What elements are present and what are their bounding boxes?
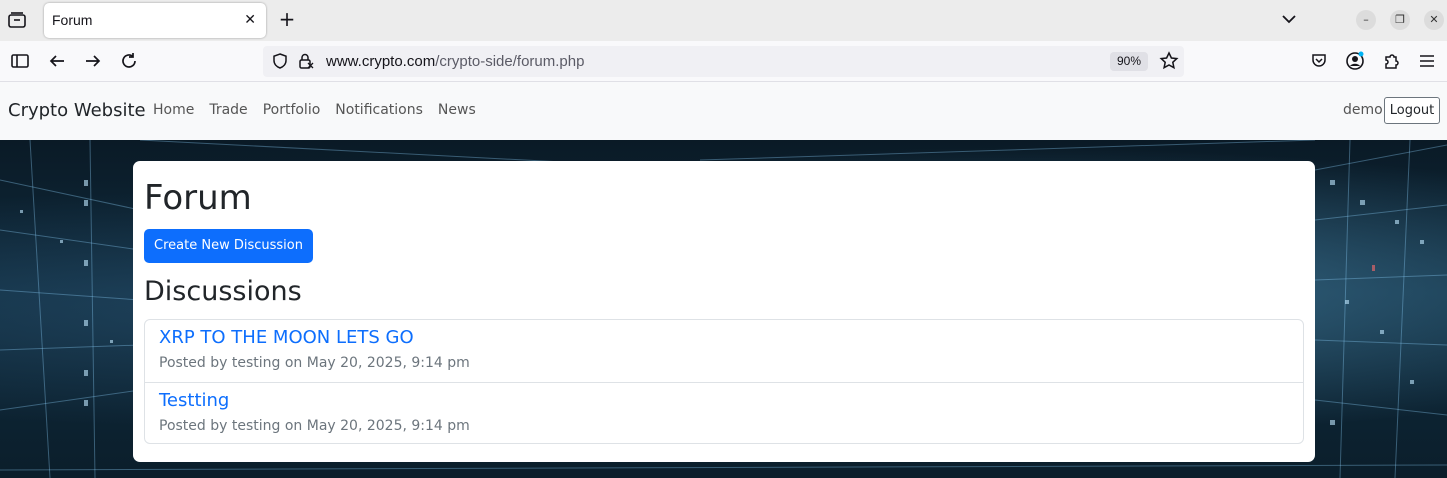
sidebar-icon[interactable]	[10, 51, 30, 71]
nav-link-trade[interactable]: Trade	[209, 102, 247, 118]
minimize-icon[interactable]: –	[1356, 10, 1376, 30]
url-text[interactable]: www.crypto.com/crypto-side/forum.php	[326, 53, 584, 70]
site-navbar: Crypto Website Home Trade Portfolio Noti…	[0, 82, 1447, 140]
create-discussion-button[interactable]: Create New Discussion	[144, 229, 313, 263]
tab-strip: Forum ✕ + – ❐ ✕	[0, 0, 1447, 41]
reload-icon[interactable]	[119, 51, 139, 71]
nav-toolbar: www.crypto.com/crypto-side/forum.php 90%	[0, 41, 1447, 82]
discussion-meta: Posted by testing on May 20, 2025, 9:14 …	[159, 355, 470, 371]
url-bar[interactable]: www.crypto.com/crypto-side/forum.php 90%	[263, 46, 1184, 77]
tab-title: Forum	[52, 12, 93, 28]
menu-icon[interactable]	[1417, 51, 1437, 71]
extensions-icon[interactable]	[1381, 51, 1401, 71]
restore-icon[interactable]: ❐	[1390, 10, 1410, 30]
nav-link-notifications[interactable]: Notifications	[335, 102, 423, 118]
list-item: XRP TO THE MOON LETS GO Posted by testin…	[145, 320, 1303, 382]
nav-link-home[interactable]: Home	[153, 102, 194, 118]
account-icon[interactable]	[1345, 51, 1365, 71]
bookmark-star-icon[interactable]	[1159, 51, 1179, 71]
page-title: Forum	[144, 178, 252, 218]
lock-icon[interactable]	[297, 52, 315, 74]
chevron-down-icon[interactable]	[1280, 10, 1298, 28]
tab-forum[interactable]: Forum ✕	[44, 3, 266, 38]
discussions-heading: Discussions	[144, 276, 302, 307]
discussion-meta: Posted by testing on May 20, 2025, 9:14 …	[159, 418, 470, 434]
brand-link[interactable]: Crypto Website	[8, 100, 146, 121]
nav-link-news[interactable]: News	[438, 102, 476, 118]
url-path: /crypto-side/forum.php	[435, 53, 585, 70]
url-domain: www.crypto.com	[326, 53, 436, 70]
username: demo	[1343, 102, 1383, 118]
forum-card: Forum Create New Discussion Discussions …	[133, 161, 1315, 462]
zoom-level[interactable]: 90%	[1110, 52, 1148, 71]
list-item: Testting Posted by testing on May 20, 20…	[145, 382, 1303, 444]
logout-button[interactable]: Logout	[1384, 97, 1440, 124]
close-window-icon[interactable]: ✕	[1424, 10, 1444, 30]
nav-links: Home Trade Portfolio Notifications News	[153, 102, 491, 118]
nav-link-portfolio[interactable]: Portfolio	[263, 102, 321, 118]
pocket-icon[interactable]	[1309, 51, 1329, 71]
forward-icon[interactable]	[83, 51, 103, 71]
plus-icon[interactable]: +	[276, 8, 298, 30]
discussion-link[interactable]: Testting	[159, 390, 229, 411]
tab-list-icon[interactable]	[6, 9, 28, 31]
shield-icon[interactable]	[271, 52, 289, 74]
close-icon[interactable]: ✕	[244, 12, 256, 28]
discussion-link[interactable]: XRP TO THE MOON LETS GO	[159, 327, 414, 348]
back-icon[interactable]	[47, 51, 67, 71]
discussion-list: XRP TO THE MOON LETS GO Posted by testin…	[144, 319, 1304, 444]
